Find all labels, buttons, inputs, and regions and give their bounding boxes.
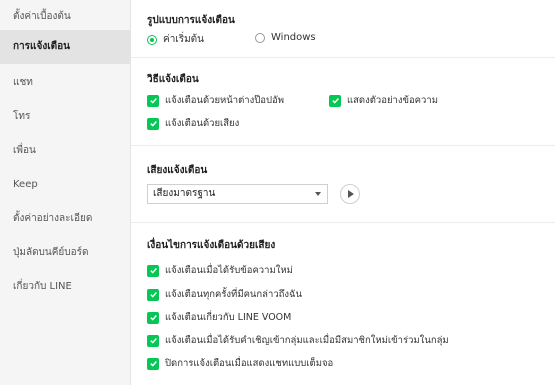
condition-group-invite-label: แจ้งเตือนเมื่อได้รับคำเชิญเข้ากลุ่มและเม…	[165, 335, 449, 346]
condition-fullscreen-label: ปิดการแจ้งเตือนเมื่อแสดงแชทแบบเต็มจอ	[165, 358, 334, 369]
format-radio-default[interactable]: ค่าเริ่มต้น	[147, 32, 204, 47]
conditions-section-title: เงื่อนไขการแจ้งเตือนด้วยเสียง	[147, 240, 276, 251]
condition-group-invite-checkbox[interactable]: แจ้งเตือนเมื่อได้รับคำเชิญเข้ากลุ่มและเม…	[147, 333, 449, 348]
sidebar-item-shortcuts[interactable]: ปุ่มลัดบนคีย์บอร์ด	[0, 236, 130, 270]
condition-fullscreen-checkbox[interactable]: ปิดการแจ้งเตือนเมื่อแสดงแชทแบบเต็มจอ	[147, 356, 333, 371]
method-preview-label: แสดงตัวอย่างข้อความ	[347, 95, 438, 106]
checkmark-icon	[147, 117, 159, 130]
checkmark-icon	[147, 311, 159, 324]
sound-section-title: เสียงแจ้งเตือน	[147, 165, 208, 176]
checkmark-icon	[147, 357, 159, 370]
radio-selected-icon	[147, 34, 157, 45]
condition-voom-label: แจ้งเตือนเกี่ยวกับ LINE VOOM	[165, 312, 292, 323]
sound-select[interactable]: เสียงมาตรฐาน	[147, 184, 328, 204]
sidebar-item-keep[interactable]: Keep	[0, 168, 130, 202]
condition-new-message-checkbox[interactable]: แจ้งเตือนเมื่อได้รับข้อความใหม่	[147, 263, 293, 278]
condition-mention-label: แจ้งเตือนทุกครั้งที่มีคนกล่าวถึงฉัน	[165, 289, 303, 300]
settings-sidebar: ตั้งค่าเบื้องต้น การแจ้งเตือน แชท โทร เพ…	[0, 0, 131, 385]
condition-mention-checkbox[interactable]: แจ้งเตือนทุกครั้งที่มีคนกล่าวถึงฉัน	[147, 287, 302, 302]
format-section-title: รูปแบบการแจ้งเตือน	[147, 15, 235, 26]
checkmark-icon	[147, 94, 159, 107]
play-sound-button[interactable]	[340, 184, 360, 204]
method-popup-checkbox[interactable]: แจ้งเตือนด้วยหน้าต่างป๊อปอัพ	[147, 93, 284, 108]
settings-content: รูปแบบการแจ้งเตือน ค่าเริ่มต้น Windows ว…	[131, 0, 555, 385]
method-popup-label: แจ้งเตือนด้วยหน้าต่างป๊อปอัพ	[165, 95, 284, 106]
sound-select-value: เสียงมาตรฐาน	[153, 188, 216, 199]
checkmark-icon	[147, 288, 159, 301]
checkmark-icon	[147, 334, 159, 347]
sidebar-item-friends[interactable]: เพื่อน	[0, 134, 130, 168]
divider	[131, 222, 555, 223]
sidebar-item-general[interactable]: ตั้งค่าเบื้องต้น	[0, 0, 130, 34]
method-sound-checkbox[interactable]: แจ้งเตือนด้วยเสียง	[147, 116, 239, 131]
format-radio-windows[interactable]: Windows	[255, 32, 316, 43]
condition-new-message-label: แจ้งเตือนเมื่อได้รับข้อความใหม่	[165, 265, 293, 276]
format-radio-windows-label: Windows	[271, 32, 316, 43]
radio-unselected-icon	[255, 32, 265, 43]
chevron-down-icon	[315, 192, 321, 196]
method-sound-label: แจ้งเตือนด้วยเสียง	[165, 118, 240, 129]
sidebar-item-advanced[interactable]: ตั้งค่าอย่างละเอียด	[0, 202, 130, 236]
divider	[131, 57, 555, 58]
format-radio-default-label: ค่าเริ่มต้น	[163, 34, 205, 45]
sidebar-item-notifications[interactable]: การแจ้งเตือน	[0, 30, 130, 64]
checkmark-icon	[329, 94, 341, 107]
method-preview-checkbox[interactable]: แสดงตัวอย่างข้อความ	[329, 93, 438, 108]
sidebar-item-chats[interactable]: แชท	[0, 66, 130, 100]
sidebar-item-calls[interactable]: โทร	[0, 100, 130, 134]
divider	[131, 145, 555, 146]
sidebar-item-about[interactable]: เกี่ยวกับ LINE	[0, 270, 130, 304]
method-section-title: วิธีแจ้งเตือน	[147, 74, 199, 85]
condition-voom-checkbox[interactable]: แจ้งเตือนเกี่ยวกับ LINE VOOM	[147, 310, 291, 325]
checkmark-icon	[147, 264, 159, 277]
